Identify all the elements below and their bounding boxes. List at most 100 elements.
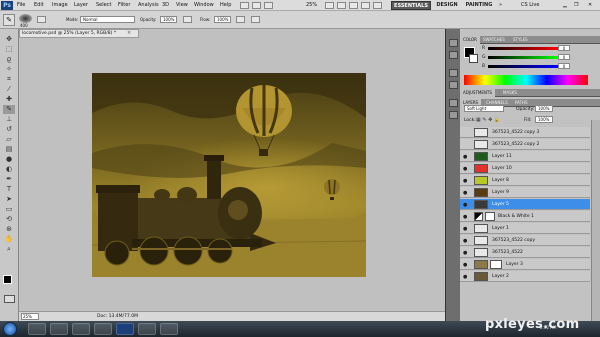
bridge-icon[interactable] <box>240 2 249 9</box>
layer-row[interactable]: ● 367523_4522 copy <box>460 235 590 246</box>
arrange-documents-icon[interactable] <box>361 2 370 9</box>
zoom-level[interactable]: 25% <box>306 0 317 11</box>
hand-tool-icon[interactable] <box>325 2 334 9</box>
brush-tool-icon[interactable]: ✎ <box>3 105 15 114</box>
color-background-swatch[interactable] <box>469 54 478 63</box>
shape-tool-icon[interactable]: ▭ <box>3 205 15 214</box>
photoshop-taskbar-icon[interactable] <box>116 323 134 335</box>
paragraph-panel-icon[interactable] <box>449 111 458 119</box>
3d-camera-tool-icon[interactable]: ⊛ <box>3 225 15 234</box>
tab-masks[interactable]: MASKS <box>500 89 520 97</box>
visibility-eye-icon[interactable]: ● <box>463 190 467 196</box>
layer-row[interactable]: ● Layer 9 <box>460 187 590 198</box>
brush-tool-preset-icon[interactable]: ✎ <box>3 14 15 26</box>
tab-adjustments[interactable]: ADJUSTMENTS <box>460 89 495 97</box>
character-panel-icon[interactable] <box>449 99 458 107</box>
tab-swatches[interactable]: SWATCHES <box>480 36 508 44</box>
quick-select-tool-icon[interactable]: ✧ <box>3 65 15 74</box>
more-workspaces[interactable]: » <box>499 0 502 11</box>
visibility-eye-icon[interactable]: ● <box>463 178 467 184</box>
visibility-eye-icon[interactable]: ● <box>463 262 467 268</box>
hand-tool-icon[interactable]: ✋ <box>3 235 15 244</box>
gradient-tool-icon[interactable]: ▤ <box>3 145 15 154</box>
type-tool-icon[interactable]: T <box>3 185 15 194</box>
visibility-eye-icon[interactable]: ● <box>463 202 467 208</box>
fill-field[interactable]: 100% <box>535 116 553 123</box>
document-canvas[interactable] <box>92 73 366 277</box>
workspace-essentials[interactable]: ESSENTIALS <box>391 1 431 10</box>
airbrush-icon[interactable] <box>236 16 245 23</box>
menu-edit[interactable]: Edit <box>34 0 44 11</box>
menu-help[interactable]: Help <box>220 0 231 11</box>
tab-color[interactable]: COLOR <box>460 36 480 44</box>
cs-live-button[interactable]: CS Live <box>521 0 539 11</box>
tab-styles[interactable]: STYLES <box>510 36 531 44</box>
marquee-tool-icon[interactable]: ⬚ <box>3 45 15 54</box>
layer-row[interactable]: ● Layer 11 <box>460 151 590 162</box>
foreground-color-swatch[interactable] <box>3 275 12 284</box>
pressure-opacity-icon[interactable] <box>183 16 192 23</box>
maximize-icon[interactable]: ❐ <box>574 0 578 11</box>
minimize-icon[interactable]: ▁ <box>563 0 567 11</box>
lasso-tool-icon[interactable]: ϱ <box>3 55 15 64</box>
explorer-taskbar-icon[interactable] <box>28 323 46 335</box>
layer-row[interactable]: 367523_4522 copy 2 <box>460 139 590 150</box>
layer-row[interactable]: ● Layer 3 <box>460 259 590 270</box>
menu-image[interactable]: Image <box>52 0 68 11</box>
path-selection-tool-icon[interactable]: ➤ <box>3 195 15 204</box>
pen-tool-icon[interactable]: ✒ <box>3 175 15 184</box>
firefox-taskbar-icon[interactable] <box>94 323 112 335</box>
tab-paths[interactable]: PATHS <box>512 99 531 107</box>
healing-brush-tool-icon[interactable]: ✚ <box>3 95 15 104</box>
status-zoom-field[interactable]: 25% <box>21 313 39 320</box>
flow-field[interactable]: 100% <box>214 16 231 23</box>
workspace-design[interactable]: DESIGN <box>433 1 461 10</box>
close-app-icon[interactable]: ✕ <box>588 0 592 11</box>
dodge-tool-icon[interactable]: ◐ <box>3 165 15 174</box>
layer-row[interactable]: ● Layer 1 <box>460 223 590 234</box>
3d-rotate-tool-icon[interactable]: ⟲ <box>3 215 15 224</box>
rotate-view-icon[interactable] <box>349 2 358 9</box>
browser-taskbar-icon[interactable] <box>72 323 90 335</box>
layer-row[interactable]: ● 367523_4522 <box>460 247 590 258</box>
clone-stamp-tool-icon[interactable]: ⊥ <box>3 115 15 124</box>
brush-presets-panel-icon[interactable] <box>449 69 458 77</box>
clone-source-panel-icon[interactable] <box>449 81 458 89</box>
screen-mode-icon[interactable] <box>373 2 382 9</box>
color-spectrum-ramp[interactable] <box>464 75 588 85</box>
menu-view[interactable]: View <box>176 0 188 11</box>
layer-row[interactable]: 367523_4522 copy 3 <box>460 127 590 138</box>
doc-info[interactable]: Doc: 13.4M/77.0M <box>97 314 138 319</box>
pressure-size-icon[interactable] <box>251 16 260 23</box>
close-document-icon[interactable]: × <box>127 30 131 36</box>
layer-row[interactable]: ● Layer 8 <box>460 175 590 186</box>
menu-select[interactable]: Select <box>96 0 111 11</box>
layer-row[interactable]: ● Black & White 1 <box>460 211 590 222</box>
app-taskbar-icon[interactable] <box>160 323 178 335</box>
channel-g-value[interactable]: 0 <box>558 54 570 60</box>
menu-window[interactable]: Window <box>194 0 214 11</box>
media-taskbar-icon[interactable] <box>50 323 68 335</box>
history-brush-tool-icon[interactable]: ↺ <box>3 125 15 134</box>
brush-preview-icon[interactable] <box>19 14 32 23</box>
mode-select[interactable]: Normal <box>80 16 135 23</box>
opacity-field[interactable]: 100% <box>160 16 177 23</box>
menu-filter[interactable]: Filter <box>118 0 130 11</box>
visibility-eye-icon[interactable]: ● <box>463 238 467 244</box>
zoom-tool-icon[interactable] <box>337 2 346 9</box>
zoom-tool-icon[interactable]: ⌕ <box>3 245 15 254</box>
visibility-eye-icon[interactable]: ● <box>463 250 467 256</box>
extras-icon[interactable] <box>264 2 273 9</box>
history-panel-icon[interactable] <box>449 39 458 47</box>
brush-panel-icon[interactable] <box>37 16 46 23</box>
crop-tool-icon[interactable]: ⌗ <box>3 75 15 84</box>
layers-opacity-field[interactable]: 100% <box>535 105 553 112</box>
photoshop-logo[interactable]: Ps <box>1 1 13 10</box>
layers-scrollbar[interactable] <box>591 120 600 321</box>
eraser-tool-icon[interactable]: ▱ <box>3 135 15 144</box>
channel-r-slider[interactable] <box>488 47 558 50</box>
eyedropper-tool-icon[interactable]: ⁄ <box>3 85 15 94</box>
visibility-eye-icon[interactable]: ● <box>463 154 467 160</box>
menu-analysis[interactable]: Analysis <box>138 0 159 11</box>
layer-row[interactable]: ● Layer 10 <box>460 163 590 174</box>
